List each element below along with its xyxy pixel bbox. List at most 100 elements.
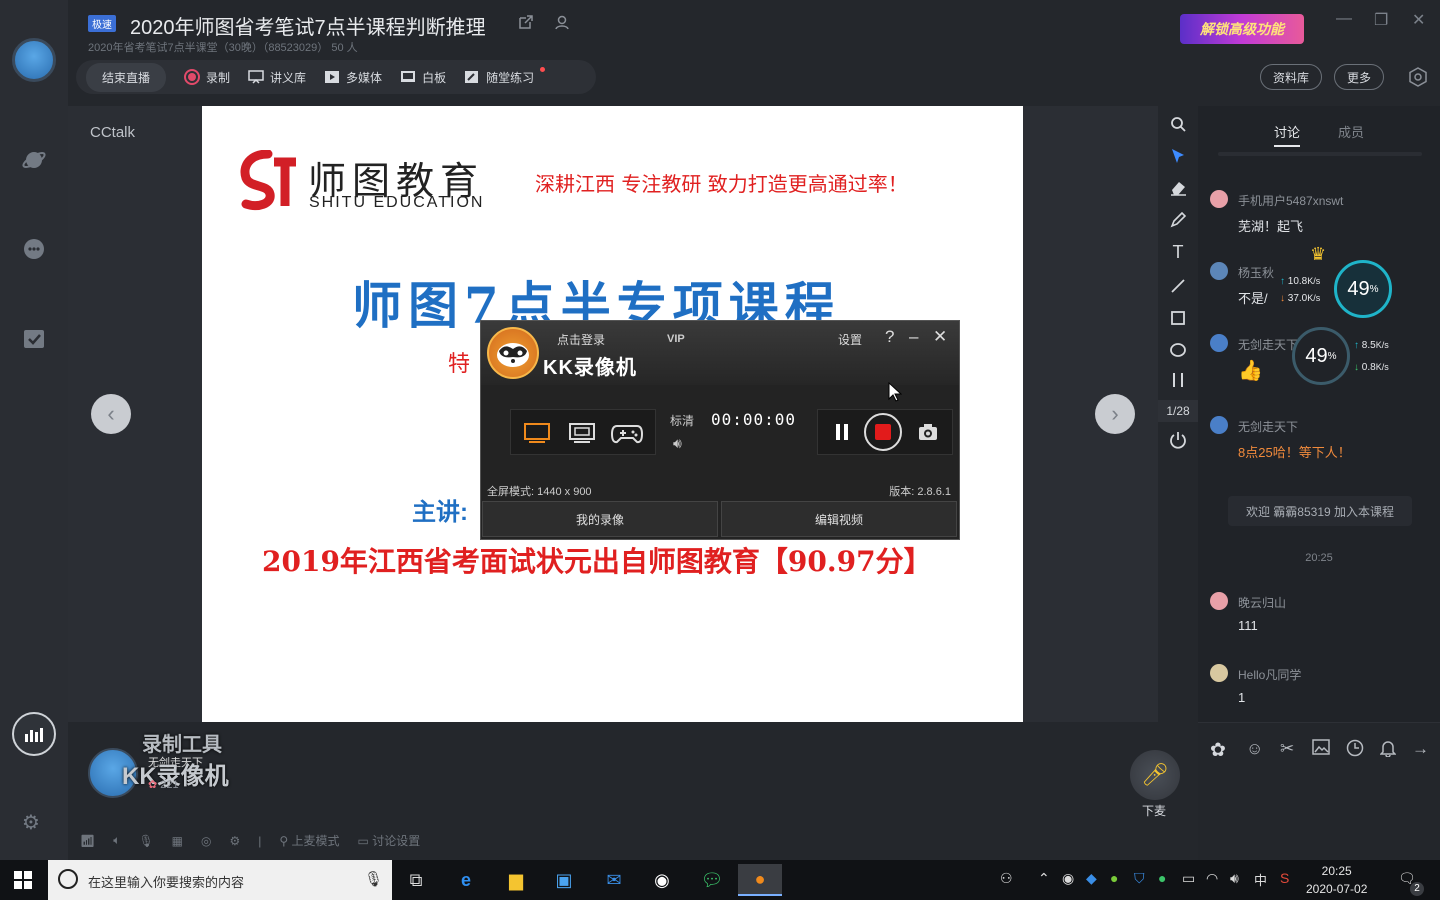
sogou-icon[interactable]: S [1280,870,1289,886]
system-clock[interactable]: 20:25 2020-07-02 [1306,862,1367,898]
tab-members[interactable]: 成员 [1338,122,1364,141]
avatar[interactable] [1210,592,1228,610]
rectangle-tool-icon[interactable] [1168,308,1188,328]
settings-gear-icon[interactable]: ⚙ [22,810,40,835]
more-button[interactable]: 更多 [1334,64,1384,90]
wechat-icon[interactable]: 💬︎ [690,864,734,896]
kk-login-link[interactable]: 点击登录 [557,331,605,348]
speaker-icon[interactable]: 🔈︎ [113,833,120,848]
volume-icon[interactable]: 🔊︎ [673,435,682,452]
edge-icon[interactable]: e [444,864,488,896]
camera-icon[interactable]: ◎ [201,834,211,848]
close-window-icon[interactable]: ✕ [1412,10,1425,30]
stage-mode-button[interactable]: ⚲ 上麦模式 [279,832,339,849]
external-link-icon[interactable] [518,14,536,32]
mic-icon[interactable]: 🎙︎ [364,870,383,888]
taskbar-search-box[interactable]: 在这里输入你要搜索的内容 🎙︎ [48,860,392,900]
mic-off-button[interactable]: 🎤︎ [1130,750,1180,800]
bell-icon[interactable] [1379,739,1397,762]
unlock-premium-banner[interactable]: 解锁高级功能 [1180,14,1304,44]
materials-button[interactable]: 资料库 [1260,64,1322,90]
kk-help-button[interactable]: ? [885,327,894,347]
ellipse-tool-icon[interactable] [1168,340,1188,360]
flower-icon[interactable]: ✿ [1210,739,1226,762]
restore-window-icon[interactable]: ❐ [1374,10,1388,30]
image-icon[interactable] [1312,739,1330,760]
user-share-icon[interactable] [554,14,572,32]
calendar-check-icon[interactable] [18,322,50,354]
live-status-button[interactable] [12,712,56,756]
text-tool-icon[interactable]: T [1168,242,1188,262]
wechat-tray-icon[interactable]: ● [1158,870,1166,886]
user-avatar[interactable] [12,38,56,82]
task-view-icon[interactable]: ⧉ [394,864,438,896]
emoji-icon[interactable]: ☺ [1246,739,1263,759]
avatar[interactable] [1210,190,1228,208]
line-tool-icon[interactable] [1168,276,1188,296]
edit-video-button[interactable]: 编辑视频 [721,501,957,537]
tray-app-icon[interactable]: ◉ [1062,870,1074,887]
search-icon[interactable] [1168,114,1188,134]
camera-snapshot-icon[interactable] [918,423,938,444]
mail-icon[interactable]: ✉ [592,864,636,896]
settings-hex-icon[interactable] [1408,67,1427,87]
bottom-bar: 录制工具 无剑走天下 KK录像机 ✿ 221 🎤︎ 下麦 📶︎ 🔈︎ 🎙︎ ▦ … [68,722,1198,860]
calculator-icon[interactable]: ▦ [172,834,183,848]
region-mode-icon[interactable] [568,422,596,447]
clock-icon[interactable] [1346,739,1364,762]
wifi-icon[interactable]: 📶︎ [80,834,95,848]
prev-slide-button[interactable]: ‹ [91,394,131,434]
whiteboard-button[interactable]: 白板 [400,69,446,86]
kk-record-stop-button[interactable] [864,413,902,451]
kk-minimize-button[interactable]: – [909,327,918,347]
pointer-icon[interactable] [1168,146,1188,166]
pause-icon[interactable] [835,423,849,444]
game-mode-icon[interactable] [610,422,644,447]
kk-recorder-taskbar-icon[interactable]: ● [738,864,782,896]
volume-tray-icon[interactable]: 🔊︎ [1230,870,1239,887]
people-icon[interactable]: ⚇ [1000,870,1013,887]
power-icon[interactable] [1168,430,1188,450]
quiz-button[interactable]: 随堂练习 [464,66,546,86]
my-videos-button[interactable]: 我的录像 [482,501,718,537]
shield-icon[interactable]: ⛉ [1134,870,1145,887]
scissors-icon[interactable]: ✂ [1280,739,1294,759]
kk-vip-badge[interactable]: VIP [667,333,685,345]
minimize-window-icon[interactable]: — [1336,10,1352,28]
kk-quality-select[interactable]: 标清 [670,412,694,429]
end-live-button[interactable]: 结束直播 [86,62,167,92]
avatar[interactable] [1210,664,1228,682]
avatar[interactable] [1210,416,1228,434]
windows-start-icon[interactable] [14,871,32,889]
avatar[interactable] [1210,334,1228,352]
eraser-icon[interactable] [1168,178,1188,198]
pause-slides-icon[interactable] [1168,370,1188,390]
lecture-library-button[interactable]: 讲义库 [248,69,306,86]
tray-expand-icon[interactable]: ⌃ [1038,870,1050,887]
network-icon[interactable]: ◠ [1206,870,1218,887]
store-icon[interactable]: ▣ [542,864,586,896]
browser-icon[interactable]: ◉ [640,864,684,896]
multimedia-button[interactable]: 多媒体 [324,69,382,86]
kk-close-button[interactable]: ✕ [933,327,947,347]
tab-discussion[interactable]: 讨论 [1274,122,1301,147]
fullscreen-mode-icon[interactable] [523,422,551,447]
ime-indicator[interactable]: 中 [1254,870,1267,889]
settings-icon[interactable]: ⚙ [230,834,241,848]
next-slide-button[interactable]: › [1095,394,1135,434]
record-button[interactable]: 录制 [184,69,230,86]
tray-app-icon[interactable]: ◆ [1086,870,1097,887]
planet-icon[interactable] [18,144,50,176]
battery-icon[interactable]: ▭ [1182,870,1195,887]
discussion-settings-button[interactable]: ▭ 讨论设置 [358,832,421,849]
kk-settings-button[interactable]: 设置 [838,331,862,348]
pen-icon[interactable] [1168,210,1188,230]
file-explorer-icon[interactable]: ▆ [494,864,538,896]
arrow-right-icon[interactable]: → [1412,739,1429,759]
shitu-logo-icon [240,150,296,211]
kk-recorder-window[interactable]: 点击登录 VIP KK录像机 设置 ? – ✕ 标清 00:00:00 🔊︎ 全… [480,320,960,540]
microphone-icon[interactable]: 🎙︎ [138,834,153,848]
avatar[interactable] [1210,262,1228,280]
chat-bubble-icon[interactable] [18,234,50,266]
tray-app-icon[interactable]: ● [1110,870,1118,886]
